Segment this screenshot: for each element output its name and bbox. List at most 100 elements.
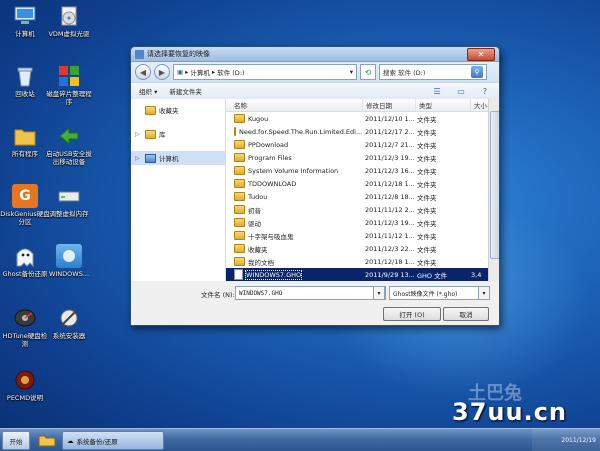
ghost-icon — [12, 244, 38, 268]
folder-icon — [234, 231, 245, 240]
file-date: 2011/12/17 2... — [365, 127, 414, 136]
filename-dropdown-icon[interactable]: ▾ — [373, 286, 385, 300]
file-type: 文件夹 — [417, 167, 437, 176]
breadcrumb-computer[interactable]: 计算机 — [190, 67, 210, 77]
expand-icon[interactable]: ▷ — [135, 155, 142, 162]
file-row[interactable]: 十字架与吸血鬼 2011/11/12 1... 文件夹 — [226, 229, 499, 242]
folder-icon — [234, 218, 245, 227]
file-type: 文件夹 — [417, 206, 437, 215]
desktop-icon-all-programs[interactable]: 所有程序 — [0, 124, 50, 158]
address-dropdown-icon[interactable]: ▾ — [350, 68, 353, 76]
file-type: 文件夹 — [417, 141, 437, 150]
nav-item-libraries[interactable]: ▷ 库 — [131, 127, 225, 141]
file-row[interactable]: Kugou 2011/12/10 1... 文件夹 — [226, 112, 499, 125]
desktop-icon-computer[interactable]: 计算机 — [0, 4, 50, 38]
file-date: 2011/12/3 19... — [365, 218, 414, 227]
file-row[interactable]: 初音 2011/11/12 2... 文件夹 — [226, 203, 499, 216]
desktop-icon-ghost[interactable]: Ghost备份还原 — [0, 244, 50, 278]
open-button[interactable]: 打开 (O) — [383, 307, 441, 321]
new-folder-button[interactable]: 新建文件夹 — [169, 86, 202, 96]
search-icon[interactable]: ⚲ — [471, 66, 483, 78]
cancel-button[interactable]: 取消 — [443, 307, 489, 321]
folder-icon — [12, 124, 38, 148]
refresh-button[interactable]: ⟲ — [360, 64, 376, 80]
file-date: 2011/12/18 1... — [365, 257, 414, 266]
forward-button[interactable]: ▶ — [154, 64, 170, 80]
file-row[interactable]: WINDOWS7.GHO 2011/9/29 13... GHO 文件 3,4 — [226, 268, 499, 281]
start-button[interactable]: 开始 — [2, 431, 30, 450]
file-name: Kugou — [248, 114, 269, 123]
computer-small-icon: ▣ — [177, 68, 184, 76]
preview-pane-icon[interactable]: ▭ — [455, 86, 467, 96]
taskbar-explorer-icon[interactable] — [36, 431, 58, 448]
address-bar[interactable]: ▣ ▸ 计算机 ▸ 软件 (D:) ▾ — [173, 64, 357, 80]
nav-item-favorites[interactable]: 收藏夹 — [131, 103, 225, 117]
desktop-icon-windows-setup[interactable]: WINDOWS... — [44, 244, 94, 278]
file-row[interactable]: 收藏夹 2011/12/3 22... 文件夹 — [226, 242, 499, 255]
breadcrumb-drive[interactable]: 软件 (D:) — [217, 67, 244, 77]
file-row[interactable]: 我的文档 2011/12/18 1... 文件夹 — [226, 255, 499, 268]
back-arrow-icon: ◀ — [139, 67, 147, 77]
file-row[interactable]: Tudou 2011/12/8 18... 文件夹 — [226, 190, 499, 203]
filetype-select[interactable]: Ghost映像文件 (*.gho) ▾ — [389, 286, 490, 300]
file-type: 文件夹 — [417, 115, 437, 124]
column-header-type[interactable]: 类型 — [416, 99, 471, 111]
star-folder-icon — [145, 105, 156, 115]
file-date: 2011/12/7 21... — [365, 140, 414, 149]
file-rows: Kugou 2011/12/10 1... 文件夹 Need.for.Speed.Th… — [226, 112, 499, 281]
hard-drive-icon — [56, 184, 82, 208]
desktop-icon-usb-safe-remove[interactable]: 启动USB安全拔出移动设备 — [44, 124, 94, 166]
file-row[interactable]: System Volume Information 2011/12/3 16...… — [226, 164, 499, 177]
refresh-icon: ⟲ — [364, 67, 372, 77]
file-name: 十字架与吸血鬼 — [248, 232, 294, 241]
system-tray: 2011/12/19 — [532, 429, 600, 451]
dialog-title-bar[interactable]: 请选择要恢复的映像 ✕ — [131, 47, 499, 62]
desktop-icon-vdm[interactable]: VDM虚拟光驱 — [44, 4, 94, 38]
file-row[interactable]: Need.for.Speed.The.Run.Limited.Edi... 201… — [226, 125, 499, 138]
file-type: 文件夹 — [417, 232, 437, 241]
filetype-dropdown-icon[interactable]: ▾ — [478, 287, 489, 299]
usb-arrow-icon — [56, 124, 82, 148]
column-header-name[interactable]: 名称 — [226, 99, 363, 111]
file-date: 2011/11/12 2... — [365, 205, 414, 214]
dialog-footer: 文件名 (N): WINDOWS7.GHO ▾ Ghost映像文件 (*.gho… — [131, 281, 499, 325]
file-date: 2011/12/18 1... — [365, 179, 414, 188]
column-header-date[interactable]: 修改日期 — [363, 99, 416, 111]
file-type: 文件夹 — [417, 258, 437, 267]
help-icon[interactable]: ? — [479, 86, 491, 96]
file-row[interactable]: 驱动 2011/12/3 19... 文件夹 — [226, 216, 499, 229]
dialog-content: 收藏夹 ▷ 库 ▷ 计算机 名称 修改日期 类型 大小 Kugou 2011/12… — [131, 99, 499, 281]
desktop-icon-system-installer[interactable]: 系统安装器 — [44, 306, 94, 340]
desktop-icon-hdtune[interactable]: HDTune硬盘检测 — [0, 306, 50, 348]
close-button[interactable]: ✕ — [467, 47, 495, 61]
library-icon — [145, 129, 156, 139]
view-options-icon[interactable]: ☰ — [431, 86, 443, 96]
desktop-icon-recycle-bin[interactable]: 回收站 — [0, 64, 50, 98]
ghost-small-icon: ☁ — [67, 436, 74, 445]
desktop-icon-defrag[interactable]: 磁盘碎片整理程序 — [44, 64, 94, 106]
back-button[interactable]: ◀ — [135, 64, 151, 80]
desktop-icon-pecmd[interactable]: PECMD说明 — [0, 368, 50, 402]
nav-item-computer[interactable]: ▷ 计算机 — [131, 151, 225, 165]
scrollbar-thumb[interactable] — [490, 111, 499, 259]
desktop-icon-diskgenius[interactable]: G DiskGenius硬盘分区 — [0, 184, 50, 226]
column-header-row: 名称 修改日期 类型 大小 — [226, 99, 499, 112]
file-row[interactable]: TDDOWNLOAD 2011/12/18 1... 文件夹 — [226, 177, 499, 190]
folder-icon — [234, 140, 245, 149]
filename-field[interactable]: WINDOWS7.GHO — [235, 286, 386, 300]
windows-setup-icon — [56, 244, 82, 268]
file-name: 我的文档 — [248, 258, 274, 267]
desktop-icon-virtual-memory[interactable]: 调整虚拟内存 — [44, 184, 94, 218]
diskgenius-icon: G — [12, 184, 38, 208]
organize-menu[interactable]: 组织 ▾ — [139, 86, 157, 96]
file-row[interactable]: Program Files 2011/12/3 19... 文件夹 — [226, 151, 499, 164]
file-row[interactable]: PPDownload 2011/12/7 21... 文件夹 — [226, 138, 499, 151]
file-type: 文件夹 — [417, 193, 437, 202]
filename-label: 文件名 (N): — [201, 291, 235, 299]
vertical-scrollbar[interactable] — [488, 99, 499, 281]
expand-icon[interactable]: ▷ — [135, 131, 142, 138]
taskbar-task-backup-restore[interactable]: ☁ 系统备份/还原 — [62, 431, 164, 450]
dialog-app-icon — [135, 49, 144, 59]
clock[interactable]: 2011/12/19 — [561, 437, 596, 444]
search-input[interactable]: 搜索 软件 (D:) ⚲ — [379, 64, 487, 80]
